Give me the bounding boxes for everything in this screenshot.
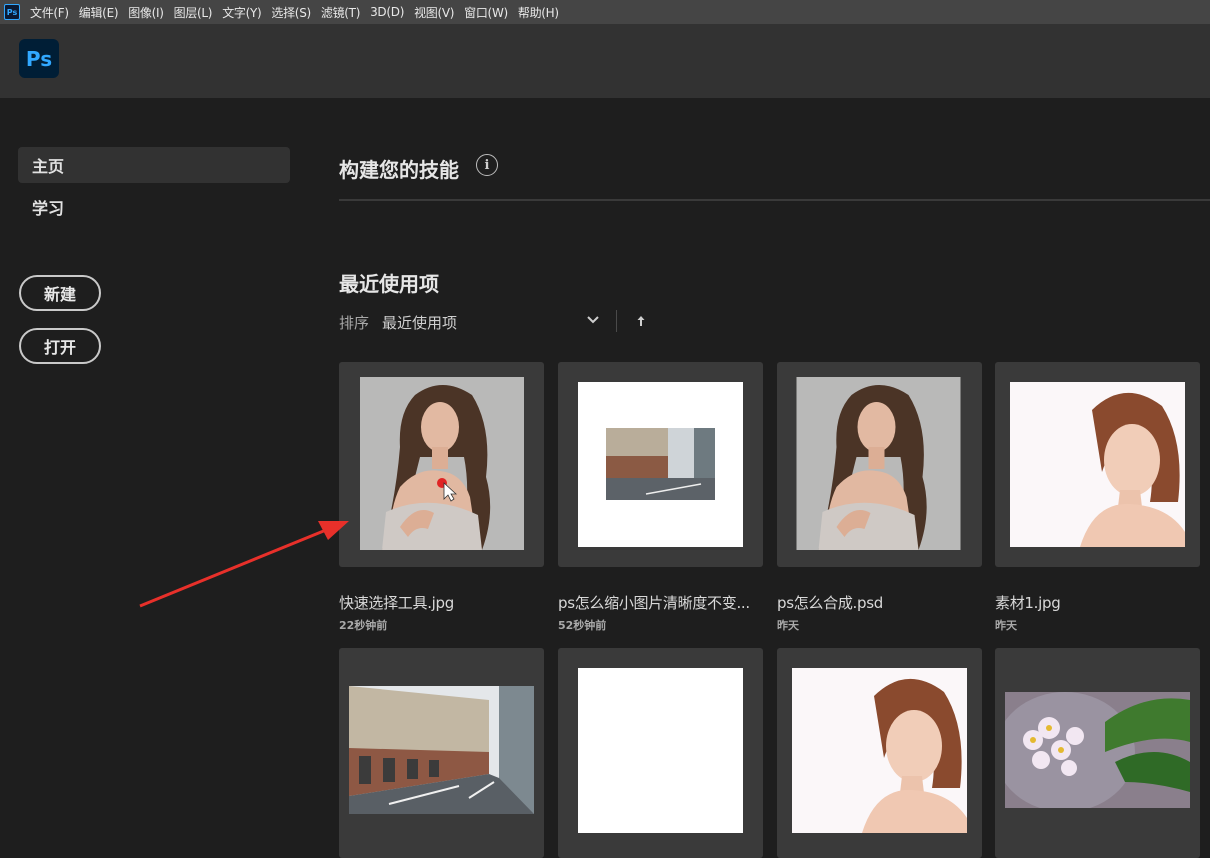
menu-layer[interactable]: 图层(L) xyxy=(174,4,213,21)
menu-image[interactable]: 图像(I) xyxy=(128,4,164,21)
open-button[interactable]: 打开 xyxy=(19,328,101,364)
menu-file[interactable]: 文件(F) xyxy=(30,4,69,21)
chevron-down-icon[interactable] xyxy=(586,313,600,327)
sort-direction-arrow-icon[interactable] xyxy=(636,315,646,327)
file-thumbnail xyxy=(1010,382,1185,547)
recent-title: 最近使用项 xyxy=(339,272,439,296)
photoshop-app-icon[interactable]: Ps xyxy=(4,4,20,20)
file-thumbnail xyxy=(578,382,743,547)
sort-separator xyxy=(616,310,617,332)
file-thumbnail xyxy=(792,668,967,833)
recent-file-card[interactable] xyxy=(339,362,544,567)
recent-file-card[interactable] xyxy=(777,648,982,858)
info-icon[interactable]: i xyxy=(476,154,498,176)
recent-file-card[interactable] xyxy=(995,362,1200,567)
recent-file-card[interactable] xyxy=(995,648,1200,858)
file-name[interactable]: 素材1.jpg xyxy=(995,592,1205,613)
menu-type[interactable]: 文字(Y) xyxy=(222,4,262,21)
file-thumbnail xyxy=(360,377,524,550)
menu-edit[interactable]: 编辑(E) xyxy=(79,4,119,21)
sort-dropdown[interactable]: 最近使用项 xyxy=(382,312,457,333)
skills-title: 构建您的技能 xyxy=(339,158,459,182)
file-thumbnail xyxy=(349,686,534,814)
new-button[interactable]: 新建 xyxy=(19,275,101,311)
recent-file-card[interactable] xyxy=(558,648,763,858)
menu-view[interactable]: 视图(V) xyxy=(414,4,454,21)
home-header: Ps xyxy=(0,24,1210,98)
file-modified-time: 22秒钟前 xyxy=(339,619,388,632)
file-name[interactable]: 快速选择工具.jpg xyxy=(339,592,549,613)
file-thumbnail xyxy=(796,377,961,550)
file-name[interactable]: ps怎么缩小图片清晰度不变... xyxy=(558,592,763,613)
recent-file-card[interactable] xyxy=(339,648,544,858)
menu-window[interactable]: 窗口(W) xyxy=(464,4,508,21)
file-thumbnail xyxy=(578,668,743,833)
file-modified-time: 昨天 xyxy=(777,619,799,632)
sidebar-item-home[interactable]: 主页 xyxy=(18,147,290,183)
sort-label: 排序 xyxy=(339,314,370,332)
menu-help[interactable]: 帮助(H) xyxy=(518,4,559,21)
menu-select[interactable]: 选择(S) xyxy=(271,4,311,21)
recent-file-card[interactable] xyxy=(777,362,982,567)
menu-filter[interactable]: 滤镜(T) xyxy=(321,4,361,21)
file-thumbnail xyxy=(1005,692,1190,808)
file-name[interactable]: ps怎么合成.psd xyxy=(777,592,987,613)
file-modified-time: 昨天 xyxy=(995,619,1017,632)
photoshop-logo: Ps xyxy=(19,39,59,78)
recent-file-card[interactable] xyxy=(558,362,763,567)
menu-bar: Ps 文件(F) 编辑(E) 图像(I) 图层(L) 文字(Y) 选择(S) 滤… xyxy=(0,0,1210,24)
section-divider xyxy=(339,199,1210,201)
menu-3d[interactable]: 3D(D) xyxy=(370,5,404,19)
sidebar-item-learn[interactable]: 学习 xyxy=(18,189,290,225)
file-modified-time: 52秒钟前 xyxy=(558,619,607,632)
